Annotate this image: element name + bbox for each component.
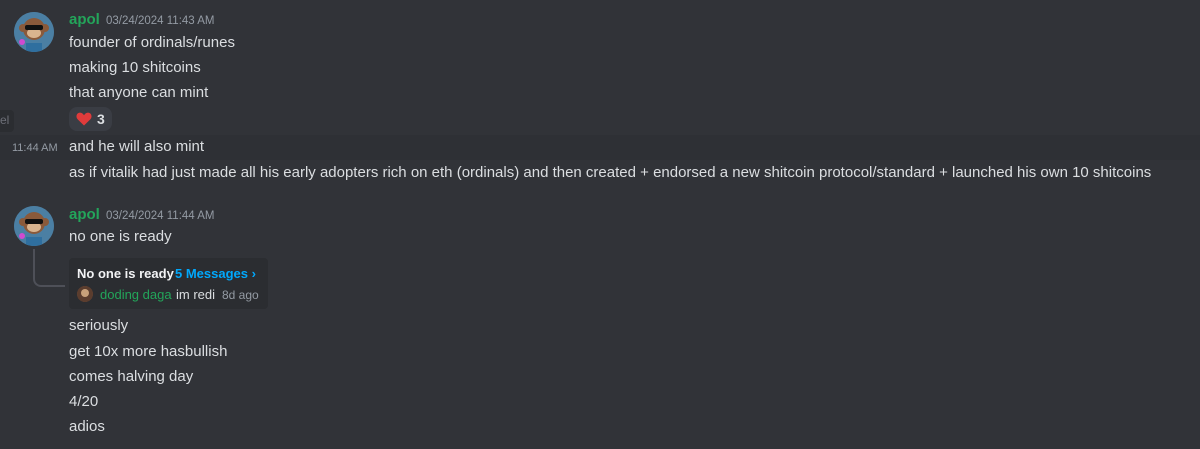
avatar[interactable] — [14, 206, 54, 246]
message-line: making 10 shitcoins — [69, 59, 201, 76]
reaction-button[interactable]: 3 — [69, 107, 112, 131]
message-line: seriously — [69, 317, 129, 334]
message-line: founder of ordinals/runes — [69, 34, 235, 51]
thread-user-avatar — [77, 286, 93, 302]
message-line: as if vitalik had just made all his earl… — [69, 164, 1152, 181]
monkey-avatar-icon — [14, 206, 54, 246]
username[interactable]: apol — [69, 206, 100, 223]
message-line: 4/20 — [69, 393, 99, 410]
thread-spine — [33, 249, 65, 287]
heart-icon — [76, 112, 92, 126]
hover-timestamp[interactable]: 11:44 AM — [12, 142, 58, 154]
thread-last-preview: im redi — [176, 287, 216, 302]
message-timestamp[interactable]: 03/24/2024 11:43 AM — [106, 15, 215, 27]
thread-name[interactable]: No one is ready — [77, 266, 174, 281]
reaction-count: 3 — [97, 111, 105, 127]
avatar[interactable] — [14, 12, 54, 52]
username[interactable]: apol — [69, 11, 100, 28]
user-avatar-icon — [77, 286, 93, 302]
message-line: and he will also mint — [69, 138, 205, 155]
thread-message-count[interactable]: 5 Messages › — [175, 266, 256, 281]
message-line: that anyone can mint — [69, 84, 209, 101]
monkey-avatar-icon — [14, 12, 54, 52]
message-timestamp[interactable]: 03/24/2024 11:44 AM — [106, 210, 215, 222]
message-line: comes halving day — [69, 368, 194, 385]
thread-last-time: 8d ago — [222, 288, 259, 302]
message-line: get 10x more hasbullish — [69, 343, 228, 360]
sidebar-fragment-text: el — [0, 113, 10, 127]
message-line: adios — [69, 418, 105, 435]
thread-last-user[interactable]: doding daga — [100, 287, 172, 302]
message-line: no one is ready — [69, 228, 172, 245]
